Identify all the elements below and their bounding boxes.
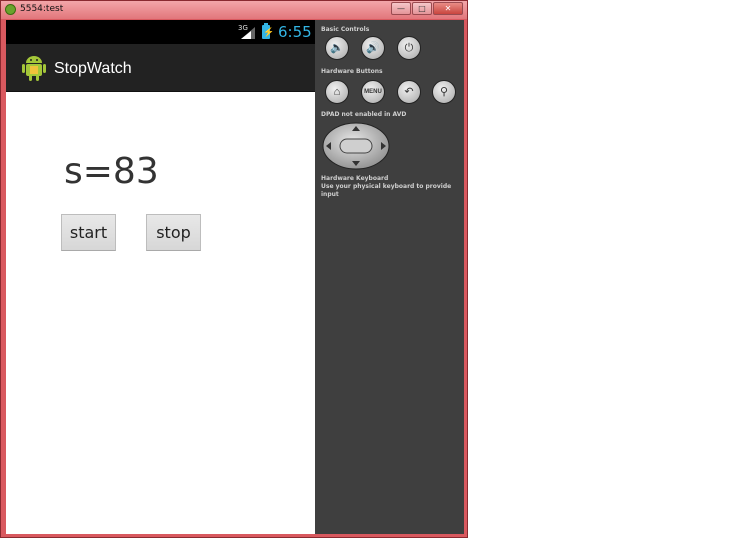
menu-button[interactable]: MENU xyxy=(361,80,385,104)
elapsed-seconds-display: s=83 xyxy=(64,151,159,192)
emulator-controls-panel: Basic Controls 🔈 🔊 ⏻ Hardware Buttons ⌂ … xyxy=(315,20,464,534)
emulator-window: 5554:test — □ ✕ 3G ⚡ 6:55 StopWatch s=83… xyxy=(0,0,468,538)
android-icon xyxy=(22,56,46,81)
signal-icon xyxy=(241,27,255,39)
keyboard-hint: Use your physical keyboard to provide in… xyxy=(321,183,452,198)
status-clock: 6:55 xyxy=(278,23,312,41)
stop-button[interactable]: stop xyxy=(146,214,201,251)
search-icon[interactable]: ⚲ xyxy=(432,80,456,104)
dpad-label: DPAD not enabled in AVD xyxy=(321,111,407,118)
window-title: 5554:test xyxy=(20,4,64,14)
window-controls: — □ ✕ xyxy=(391,2,463,15)
device-screen[interactable]: 3G ⚡ 6:55 StopWatch s=83 start stop xyxy=(6,20,315,534)
back-icon[interactable]: ↶ xyxy=(397,80,421,104)
basic-controls-label: Basic Controls xyxy=(321,26,370,33)
volume-up-icon[interactable]: 🔊 xyxy=(361,36,385,60)
title-bar[interactable]: 5554:test — □ ✕ xyxy=(1,1,467,19)
hardware-buttons-label: Hardware Buttons xyxy=(321,68,383,75)
emulator-app-icon xyxy=(5,4,16,15)
battery-charging-icon: ⚡ xyxy=(262,23,275,39)
power-icon[interactable]: ⏻ xyxy=(397,36,421,60)
action-bar: StopWatch xyxy=(6,44,315,92)
maximize-button[interactable]: □ xyxy=(412,2,432,15)
status-bar: 3G ⚡ 6:55 xyxy=(6,20,315,44)
home-icon[interactable]: ⌂ xyxy=(325,80,349,104)
dpad-control[interactable] xyxy=(322,122,390,170)
volume-down-icon[interactable]: 🔈 xyxy=(325,36,349,60)
keyboard-title: Hardware Keyboard xyxy=(321,175,389,182)
start-button[interactable]: start xyxy=(61,214,116,251)
minimize-button[interactable]: — xyxy=(391,2,411,15)
app-title: StopWatch xyxy=(54,60,132,77)
close-button[interactable]: ✕ xyxy=(433,2,463,15)
